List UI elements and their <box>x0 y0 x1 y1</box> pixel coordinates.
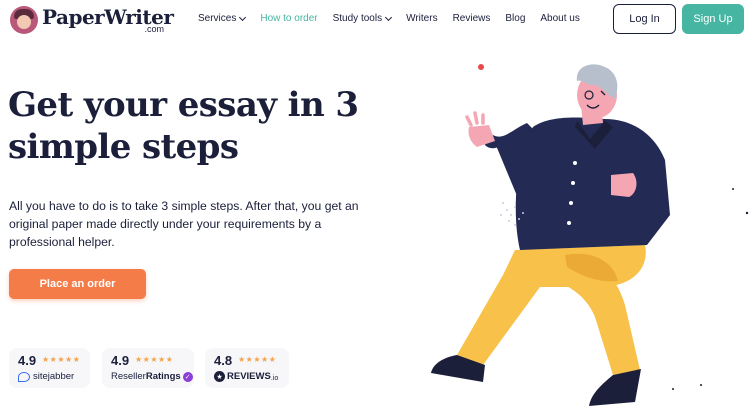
logo-wordmark: PaperWriter .com <box>42 5 174 35</box>
nav-blog-label: Blog <box>505 13 526 24</box>
rating-stars: ★★★★★ <box>238 355 277 364</box>
rating-brand-suffix: .io <box>270 374 279 382</box>
chevron-down-icon <box>385 13 393 21</box>
nav-reviews-label: Reviews <box>452 13 491 24</box>
nav-about-us[interactable]: About us <box>540 13 579 24</box>
logo[interactable]: PaperWriter .com <box>10 5 174 35</box>
rating-badge-reviewsio[interactable]: 4.8 ★★★★★ ★ REVIEWS .io <box>205 348 289 388</box>
rating-badge-sitejabber[interactable]: 4.9 ★★★★★ sitejabber <box>9 348 90 388</box>
rating-badge-resellerratings[interactable]: 4.9 ★★★★★ Reseller Ratings ✓ <box>102 348 194 388</box>
decor-dot <box>732 188 734 190</box>
signup-button[interactable]: Sign Up <box>682 4 744 34</box>
nav-services-label: Services <box>198 13 237 24</box>
rating-score: 4.8 <box>214 353 233 368</box>
nav-blog[interactable]: Blog <box>505 13 525 24</box>
nav-writers[interactable]: Writers <box>406 13 437 24</box>
rating-score: 4.9 <box>18 353 37 368</box>
decor-dot <box>700 384 702 386</box>
decor-dot <box>478 64 484 70</box>
nav-how-to-order-label: How to order <box>260 13 318 24</box>
rating-brand-prefix: Reseller <box>111 371 146 382</box>
hero-description: All you have to do is to take 3 simple s… <box>9 199 359 249</box>
nav-study-tools[interactable]: Study tools <box>332 13 393 24</box>
main-nav: Services How to order Study tools Writer… <box>198 13 580 24</box>
rating-stars: ★★★★★ <box>135 355 174 364</box>
login-button[interactable]: Log In <box>613 4 676 34</box>
decor-dot <box>672 388 674 390</box>
verified-check-icon: ✓ <box>182 371 193 382</box>
place-order-button[interactable]: Place an order <box>9 269 146 299</box>
nav-study-tools-label: Study tools <box>332 13 383 24</box>
rating-brand: Reseller Ratings ✓ <box>111 371 193 382</box>
rating-brand: ★ REVIEWS .io <box>214 371 278 382</box>
page-title: Get your essay in 3 simple steps <box>8 85 359 167</box>
rating-brand: sitejabber <box>18 371 74 382</box>
nav-services[interactable]: Services <box>198 13 247 24</box>
nav-how-to-order[interactable]: How to order <box>260 13 317 24</box>
chevron-down-icon <box>239 13 247 21</box>
rating-stars: ★★★★★ <box>42 355 81 364</box>
nav-reviews[interactable]: Reviews <box>453 13 491 24</box>
decor-dot <box>745 211 749 215</box>
nav-writers-label: Writers <box>406 13 438 24</box>
rating-score: 4.9 <box>111 353 130 368</box>
logo-mascot-icon <box>10 6 38 34</box>
sitejabber-icon <box>18 371 30 382</box>
site-header: PaperWriter .com Services How to order S… <box>0 0 750 40</box>
hand-chest <box>611 173 637 197</box>
hero-illustration <box>431 64 749 406</box>
nav-about-us-label: About us <box>540 13 580 24</box>
rating-brand-bold: REVIEWS <box>227 371 271 382</box>
rating-brand-label: sitejabber <box>33 371 75 382</box>
rating-brand-bold: Ratings <box>145 371 181 382</box>
logo-tld: .com <box>144 24 164 34</box>
reviewsio-star-icon: ★ <box>214 371 225 382</box>
